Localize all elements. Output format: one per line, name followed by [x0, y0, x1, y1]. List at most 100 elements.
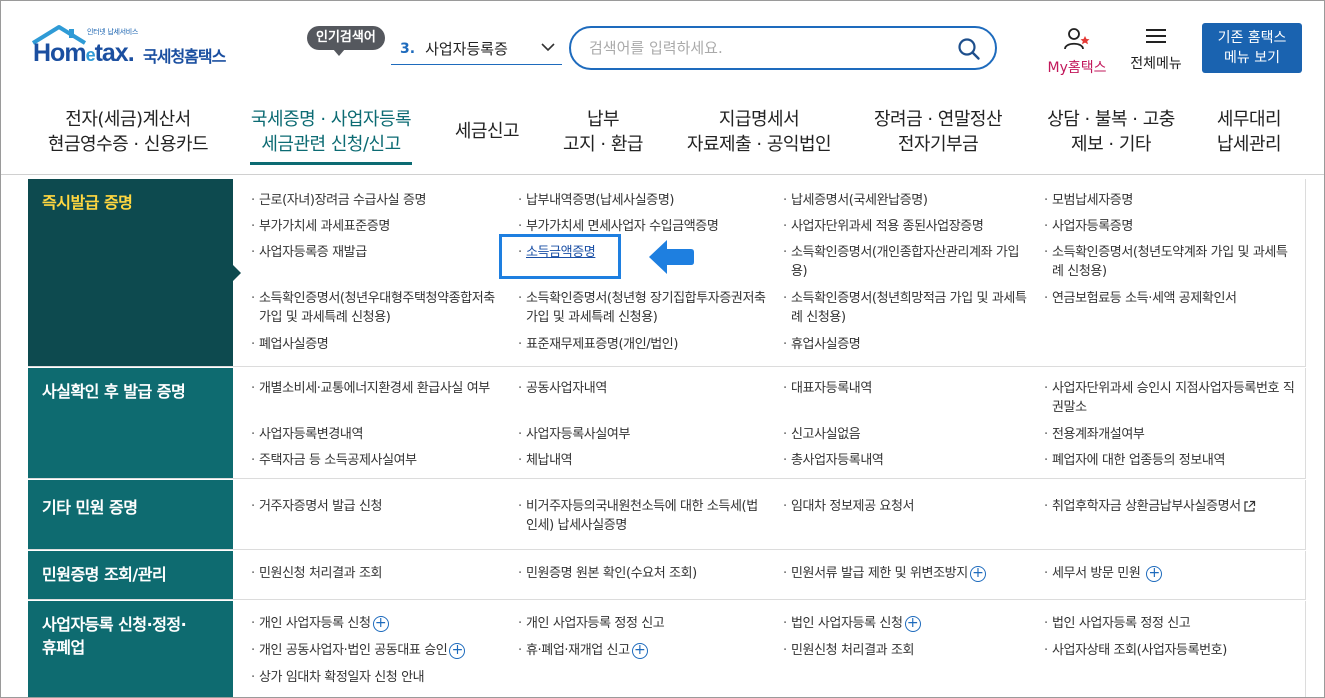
my-hometax-label: My홈택스	[1047, 60, 1107, 76]
menu-link[interactable]: 법인 사업자등록 신청+	[781, 614, 1036, 633]
menu-link[interactable]: 폐업사실증명	[249, 335, 504, 354]
section-body: 개인 사업자등록 신청+ 개인 사업자등록 정정 신고 법인 사업자등록 신청+…	[233, 601, 1306, 697]
menu-link[interactable]: 소득확인증명서(청년형 장기집합투자증권저축 가입 및 과세특례 신청용)	[516, 289, 766, 327]
menu-link[interactable]: 연금보험료등 소득·세액 공제확인서	[1042, 289, 1297, 308]
menu-link[interactable]: 민원서류 발급 제한 및 위변조방지+	[781, 564, 1036, 583]
popular-rank: 3.	[400, 40, 416, 57]
logo-brand: Hometax.	[33, 39, 135, 67]
plus-icon[interactable]: +	[904, 615, 921, 632]
external-link-icon	[1244, 500, 1255, 512]
menu-link[interactable]: 소득확인증명서(청년도약계좌 가입 및 과세특례 신청용)	[1042, 243, 1297, 281]
menu-link[interactable]: 휴·폐업·재개업 신고+	[516, 641, 766, 660]
section-cert-manage: 민원증명 조회/관리 민원신청 처리결과 조회 민원증명 원본 확인(수요처 조…	[28, 551, 1306, 600]
menu-link[interactable]: 모범납세자증명	[1042, 191, 1297, 210]
menu-link[interactable]: 민원증명 원본 확인(수요처 조회)	[516, 564, 766, 583]
logo-korean-name: 국세청홈택스	[143, 47, 226, 66]
active-tab-underline	[250, 162, 412, 165]
section-body: 개별소비세·교통에너지환경세 환급사실 여부 공동사업자내역 대표자등록내역 사…	[233, 368, 1306, 478]
section-verified-cert: 사실확인 후 발급 증명 개별소비세·교통에너지환경세 환급사실 여부 공동사업…	[28, 368, 1306, 479]
popular-term: 사업자등록증	[425, 40, 508, 58]
old-menu-button[interactable]: 기존 홈택스 메뉴 보기	[1202, 23, 1302, 73]
nav-tax-return[interactable]: 세금신고	[447, 119, 527, 144]
menu-link[interactable]: 임대차 정보제공 요청서	[781, 497, 1036, 516]
all-menu-label: 전체메뉴	[1130, 56, 1182, 72]
nav-e-invoice[interactable]: 전자(세금)계산서 현금영수증 · 신용카드	[47, 107, 209, 157]
plus-icon[interactable]: +	[631, 642, 648, 659]
header: 인터넷 납세서비스 Hometax. 국세청홈택스 인기검색어 3. 사업자등록…	[1, 1, 1324, 93]
plus-icon[interactable]: +	[1146, 565, 1163, 582]
search-box	[569, 26, 997, 70]
my-hometax-button[interactable]: My홈택스	[1041, 27, 1113, 77]
menu-link[interactable]: 개인 사업자등록 정정 신고	[516, 614, 766, 633]
menu-link[interactable]: 비거주자등의국내원천소득에 대한 소득세(법인세) 납세사실증명	[516, 497, 766, 535]
menu-link[interactable]: 납부내역증명(납세사실증명)	[516, 191, 766, 210]
nav-consult[interactable]: 상담 · 불복 · 고충 제보 · 기타	[1037, 107, 1185, 157]
main-nav: 전자(세금)계산서 현금영수증 · 신용카드 국세증명 · 사업자등록 세금관련 신…	[1, 93, 1324, 175]
menu-link[interactable]: 개인 공동사업자·법인 공동대표 승인+	[249, 641, 511, 660]
menu-link[interactable]: 공동사업자내역	[516, 379, 766, 398]
menu-link[interactable]: 소득확인증명서(청년우대형주택청약종합저축 가입 및 과세특례 신청용)	[249, 289, 504, 327]
menu-link[interactable]: 상가 임대차 확정일자 신청 안내	[249, 668, 504, 687]
menu-link[interactable]: 근로(자녀)장려금 수급사실 증명	[249, 191, 504, 210]
nav-incentive[interactable]: 장려금 · 연말정산 전자기부금	[865, 107, 1011, 157]
search-input[interactable]	[589, 37, 949, 59]
nav-payment-statement[interactable]: 지급명세서 자료제출 · 공익법인	[683, 107, 835, 157]
menu-link[interactable]: 소득확인증명서(개인종합자산관리계좌 가입용)	[781, 243, 1031, 281]
section-title[interactable]: 즉시발급 증명	[28, 179, 241, 366]
menu-link[interactable]: 부가가치세 과세표준증명	[249, 217, 504, 236]
menu-link[interactable]: 총사업자등록내역	[781, 451, 1036, 470]
search-icon[interactable]	[957, 37, 981, 61]
menu-link[interactable]: 법인 사업자등록 정정 신고	[1042, 614, 1297, 633]
menu-link[interactable]: 사업자등록증 재발급	[249, 243, 504, 262]
plus-icon[interactable]: +	[372, 615, 389, 632]
plus-icon[interactable]: +	[449, 642, 466, 659]
menu-link[interactable]: 대표자등록내역	[781, 379, 1036, 398]
section-business-registration: 사업자등록 신청·정정· 휴폐업 개인 사업자등록 신청+ 개인 사업자등록 정…	[28, 601, 1306, 697]
menu-link[interactable]: 폐업자에 대한 업종등의 정보내역	[1042, 451, 1297, 470]
menu-link[interactable]: 휴업사실증명	[781, 335, 1036, 354]
menu-link[interactable]: 사업자단위과세 승인시 지점사업자등록번호 직권말소	[1042, 379, 1297, 417]
arrow-left-icon	[649, 240, 694, 274]
section-title[interactable]: 사실확인 후 발급 증명	[28, 368, 233, 478]
popular-search-select[interactable]: 3. 사업자등록증	[391, 33, 562, 65]
menu-link[interactable]: 거주자증명서 발급 신청	[249, 497, 504, 516]
popular-search-badge: 인기검색어	[307, 26, 385, 56]
menu-link[interactable]: 납세증명서(국세완납증명)	[781, 191, 1036, 210]
menu-link[interactable]: 민원신청 처리결과 조회	[249, 564, 504, 583]
all-menu-button[interactable]: 전체메뉴	[1123, 27, 1189, 73]
menu-link[interactable]: 신고사실없음	[781, 425, 1036, 444]
section-title[interactable]: 민원증명 조회/관리	[28, 551, 233, 599]
menu-link[interactable]: 사업자상태 조회(사업자등록번호)	[1042, 641, 1297, 660]
menu-link[interactable]: 주택자금 등 소득공제사실여부	[249, 451, 504, 470]
menu-link[interactable]: 개별소비세·교통에너지환경세 환급사실 여부	[249, 379, 504, 398]
menu-link[interactable]: 개인 사업자등록 신청+	[249, 614, 504, 633]
section-title[interactable]: 기타 민원 증명	[28, 480, 233, 549]
plus-icon[interactable]: +	[969, 565, 986, 582]
menu-link[interactable]: 전용계좌개설여부	[1042, 425, 1297, 444]
highlight-box	[499, 234, 621, 279]
menu-link[interactable]: 사업자등록변경내역	[249, 425, 504, 444]
menu-link[interactable]: 표준재무제표증명(개인/법인)	[516, 335, 766, 354]
menu-link[interactable]: 사업자등록증명	[1042, 217, 1297, 236]
nav-certificates[interactable]: 국세증명 · 사업자등록 세금관련 신청/신고	[250, 107, 412, 165]
hamburger-icon	[1146, 29, 1166, 43]
user-star-icon	[1064, 28, 1090, 50]
menu-link[interactable]: 사업자등록사실여부	[516, 425, 766, 444]
menu-link[interactable]: 소득확인증명서(청년희망적금 가입 및 과세특례 신청용)	[781, 289, 1036, 327]
menu-link[interactable]: 사업자단위과세 적용 종된사업장증명	[781, 217, 1036, 236]
menu-link[interactable]: 취업후학자금 상환금납부사실증명서	[1042, 497, 1304, 516]
menu-link[interactable]: 체납내역	[516, 451, 766, 470]
chevron-down-icon[interactable]	[540, 41, 556, 53]
nav-tax-agent[interactable]: 세무대리 납세관리	[1209, 107, 1289, 157]
page-frame: 인터넷 납세서비스 Hometax. 국세청홈택스 인기검색어 3. 사업자등록…	[0, 0, 1325, 698]
menu-link[interactable]: 민원신청 처리결과 조회	[781, 641, 1036, 660]
logo-small-text: 인터넷 납세서비스	[87, 28, 139, 36]
section-other-cert: 기타 민원 증명 거주자증명서 발급 신청 비거주자등의국내원천소득에 대한 소…	[28, 480, 1306, 550]
nav-payment[interactable]: 납부 고지 · 환급	[553, 107, 653, 157]
section-body: 근로(자녀)장려금 수급사실 증명 납부내역증명(납세사실증명) 납세증명서(국…	[233, 179, 1306, 366]
section-body: 민원신청 처리결과 조회 민원증명 원본 확인(수요처 조회) 민원서류 발급 …	[233, 551, 1306, 599]
section-title[interactable]: 사업자등록 신청·정정· 휴폐업	[28, 601, 233, 697]
section-body: 거주자증명서 발급 신청 비거주자등의국내원천소득에 대한 소득세(법인세) 납…	[233, 480, 1306, 549]
menu-link[interactable]: 세무서 방문 민원 +	[1042, 564, 1297, 583]
hometax-logo[interactable]: 인터넷 납세서비스 Hometax. 국세청홈택스	[29, 23, 244, 73]
